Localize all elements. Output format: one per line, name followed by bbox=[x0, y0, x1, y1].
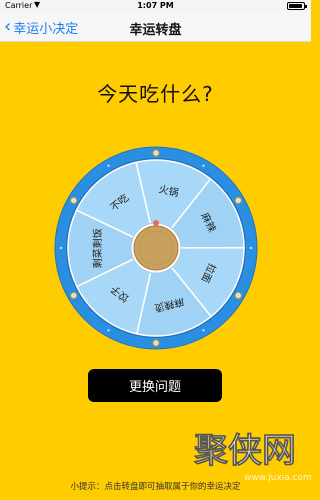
wheel-ring-dot bbox=[154, 151, 158, 155]
hint-text: 小提示：点击转盘即可抽取属于你的幸运决定 bbox=[70, 482, 241, 492]
wheel-ring-dot bbox=[107, 329, 110, 332]
wheel-ring-dot bbox=[107, 164, 110, 167]
wheel-pointer-icon bbox=[153, 220, 159, 226]
wheel-ring-dot bbox=[59, 246, 63, 250]
wheel-ring-dot bbox=[237, 294, 240, 297]
wheel-ring-dot bbox=[72, 294, 75, 297]
wheel-ring-dot bbox=[202, 164, 205, 167]
wheel-hub bbox=[133, 225, 179, 271]
wheel-ring-dot bbox=[202, 329, 205, 332]
wheel-ring-dot bbox=[154, 341, 158, 345]
wheel-option-label: 剩菜剩饭 bbox=[91, 228, 104, 268]
svg-text:聚侠网: 聚侠网 bbox=[193, 431, 296, 471]
wheel-ring-dot bbox=[237, 199, 240, 202]
change-question-button[interactable]: 更换问题 bbox=[88, 369, 222, 402]
wheel-ring-dot bbox=[249, 246, 253, 250]
wheel-ring-dot bbox=[72, 199, 75, 202]
